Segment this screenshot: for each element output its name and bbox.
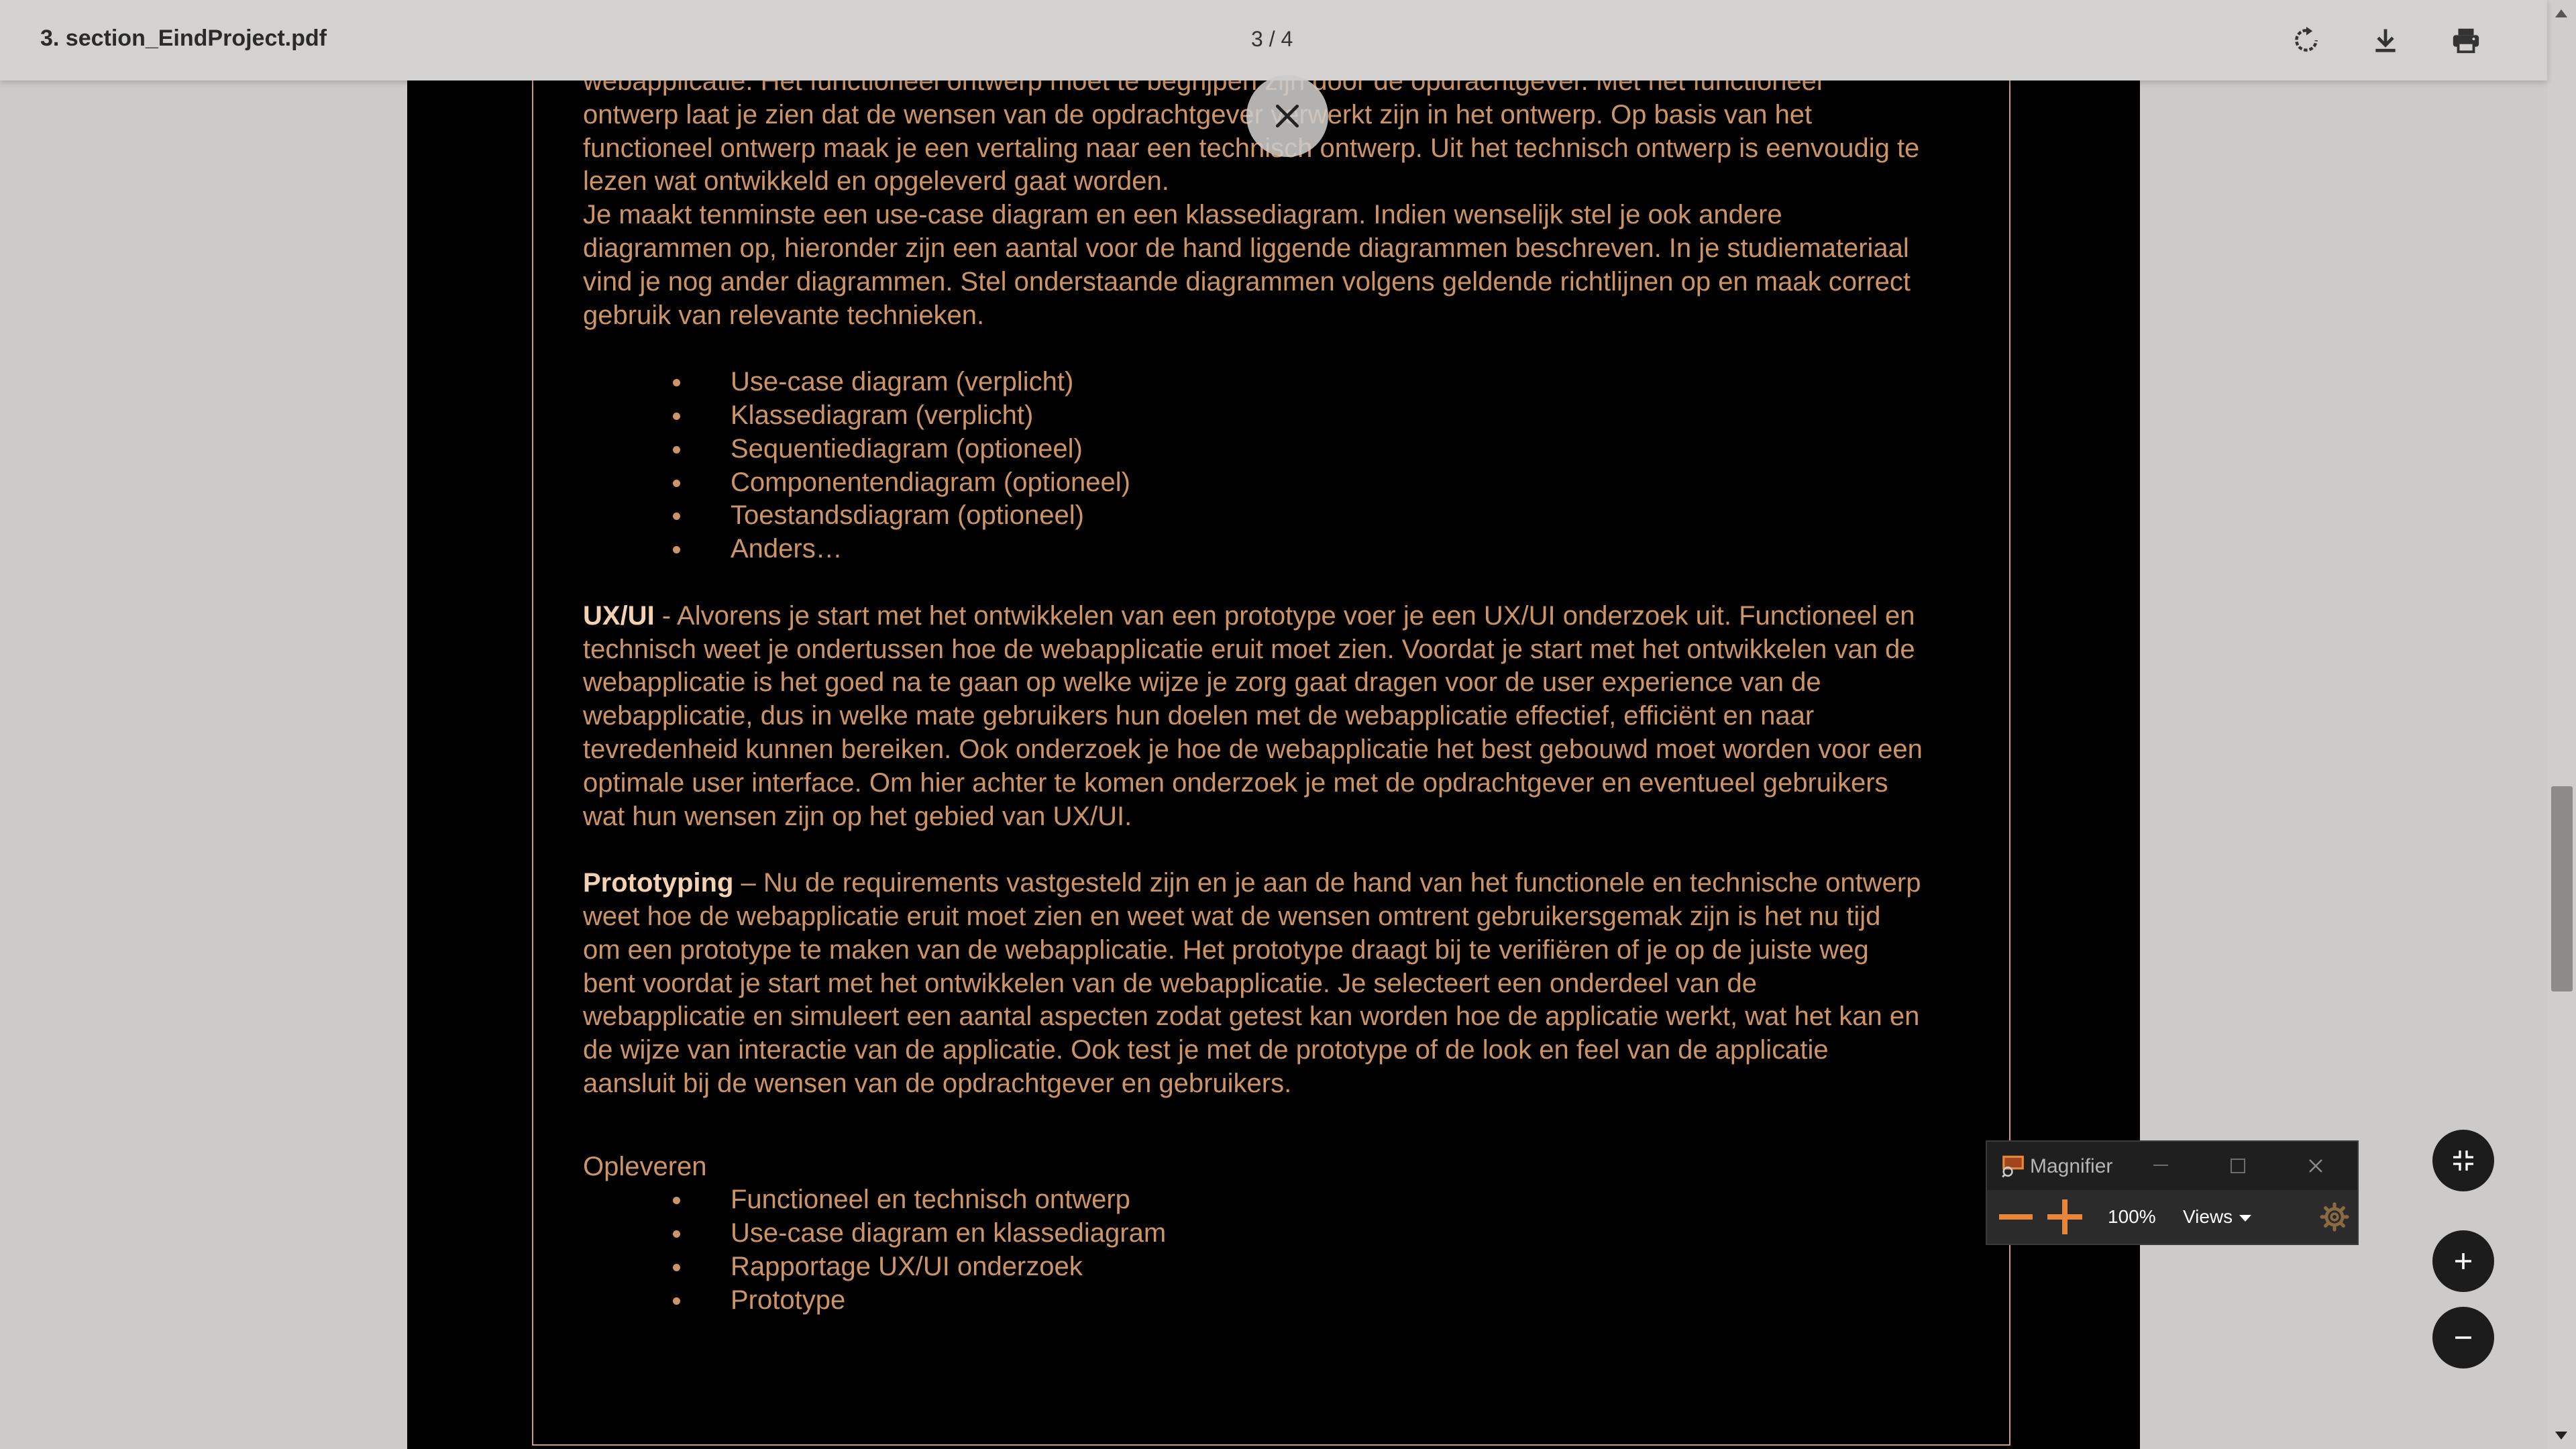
settings-gear-icon[interactable] bbox=[2318, 1201, 2351, 1233]
zoom-out-button[interactable] bbox=[2432, 1307, 2494, 1368]
zoom-in-button[interactable] bbox=[2432, 1230, 2494, 1292]
download-icon bbox=[2375, 29, 2396, 52]
list-item: Componentendiagram (optioneel) bbox=[583, 466, 1925, 500]
collapse-icon bbox=[2453, 1150, 2473, 1171]
download-button[interactable] bbox=[2365, 20, 2406, 60]
paragraph-diagrams: Je maakt tenminste een use-case diagram … bbox=[583, 200, 1911, 330]
document-title: 3. section_EindProject.pdf bbox=[40, 25, 327, 51]
print-button[interactable] bbox=[2446, 20, 2486, 60]
vertical-scrollbar[interactable] bbox=[2547, 0, 2576, 1449]
views-dropdown[interactable]: Views bbox=[2183, 1206, 2252, 1228]
scroll-up-arrow-icon[interactable] bbox=[2555, 9, 2567, 17]
magnifier-app-icon bbox=[2002, 1155, 2024, 1178]
list-item: Sequentiediagram (optioneel) bbox=[583, 433, 1925, 466]
magnifier-close-icon[interactable] bbox=[2308, 1158, 2324, 1174]
magnifier-controls: 100% Views bbox=[1987, 1190, 2357, 1244]
deliverables-list: Functioneel en technisch ontwerp Use-cas… bbox=[583, 1183, 1925, 1317]
list-item: Klassediagram (verplicht) bbox=[583, 399, 1925, 433]
list-item: Anders… bbox=[583, 533, 1925, 566]
paragraph-prototyping: Prototyping – Nu de requirements vastges… bbox=[583, 867, 1925, 1101]
fit-page-button[interactable] bbox=[2432, 1130, 2494, 1191]
page-indicator: 3 / 4 bbox=[1251, 27, 1293, 51]
deliverables-heading: Opleveren bbox=[583, 1151, 707, 1181]
minimize-icon[interactable] bbox=[2153, 1165, 2168, 1166]
zoom-out-magnifier-icon[interactable] bbox=[1999, 1214, 2033, 1220]
prototyping-text: – Nu de requirements vastgesteld zijn en… bbox=[583, 868, 1921, 1098]
list-item: Toestandsdiagram (optioneel) bbox=[583, 499, 1925, 533]
magnifier-titlebar[interactable]: Magnifier bbox=[1987, 1142, 2357, 1190]
rotate-icon bbox=[2295, 26, 2318, 52]
list-item: Use-case diagram en klassediagram bbox=[583, 1217, 1925, 1250]
plus-icon bbox=[2455, 1253, 2471, 1269]
list-item: Rapportage UX/UI onderzoek bbox=[583, 1250, 1925, 1284]
list-item: Functioneel en technisch ontwerp bbox=[583, 1183, 1925, 1217]
dropdown-arrow-icon bbox=[2239, 1214, 2252, 1222]
pdf-toolbar: 3. section_EindProject.pdf 3 / 4 bbox=[0, 0, 2547, 80]
rotate-button[interactable] bbox=[2286, 20, 2326, 60]
paragraph-uxui: UX/UI - Alvorens je start met het ontwik… bbox=[583, 600, 1925, 834]
views-label: Views bbox=[2183, 1206, 2233, 1227]
zoom-in-magnifier-icon[interactable] bbox=[2047, 1199, 2082, 1234]
list-item: Prototype bbox=[583, 1284, 1925, 1318]
magnifier-window: Magnifier 100% Views bbox=[1986, 1140, 2359, 1245]
minus-icon bbox=[2455, 1336, 2471, 1339]
diagram-list: Use-case diagram (verplicht) Klassediagr… bbox=[583, 366, 1925, 566]
document-body: webapplicatie. Het functioneel ontwerp m… bbox=[583, 0, 1925, 1317]
uxui-heading: UX/UI bbox=[583, 600, 655, 631]
print-icon bbox=[2453, 28, 2479, 54]
scrollbar-thumb[interactable] bbox=[2551, 786, 2573, 991]
scroll-down-arrow-icon[interactable] bbox=[2555, 1432, 2567, 1440]
prototyping-heading: Prototyping bbox=[583, 868, 734, 898]
uxui-text: - Alvorens je start met het ontwikkelen … bbox=[583, 600, 1923, 831]
zoom-level: 100% bbox=[2108, 1206, 2156, 1227]
maximize-icon[interactable] bbox=[2231, 1159, 2245, 1173]
list-item: Use-case diagram (verplicht) bbox=[583, 366, 1925, 399]
magnifier-title: Magnifier bbox=[2030, 1155, 2113, 1177]
close-button[interactable] bbox=[1246, 75, 1328, 157]
close-icon bbox=[1275, 104, 1299, 128]
